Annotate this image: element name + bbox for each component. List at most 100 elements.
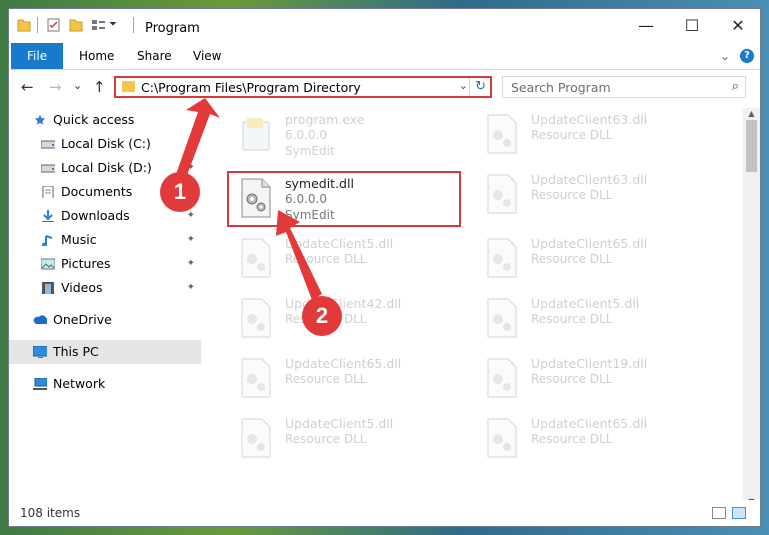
sidebar-item-label: Music [61, 232, 97, 247]
status-bar: 108 items [9, 500, 760, 526]
computer-icon [33, 346, 47, 358]
file-name: UpdateClient5.dll [531, 296, 640, 311]
title-separator [133, 17, 134, 33]
sidebar-item-network[interactable]: Network [9, 372, 201, 396]
cloud-icon [33, 315, 47, 324]
properties-icon[interactable] [47, 17, 61, 33]
sidebar-item-onedrive[interactable]: OneDrive [9, 308, 201, 332]
file-description: Resource DLL [531, 252, 613, 266]
network-icon [33, 378, 47, 390]
address-separator [469, 78, 470, 96]
tab-share[interactable]: Share [123, 43, 186, 69]
file-name: UpdateClient65.dll [531, 236, 648, 251]
file-description: Resource DLL [531, 432, 613, 446]
dll-gear-icon [487, 418, 517, 458]
file-name: UpdateClient5.dll [285, 416, 394, 431]
file-description: SymEdit [285, 144, 335, 158]
search-placeholder[interactable]: Search Program [511, 80, 611, 95]
file-item[interactable]: UpdateClient63.dll Resource DLL [475, 108, 711, 166]
tab-view[interactable]: View [179, 43, 235, 69]
sidebar-item-music[interactable]: Music ✦ [9, 228, 201, 252]
address-path[interactable]: C:\Program Files\Program Directory [141, 80, 361, 95]
file-item[interactable]: UpdateClient5.dll Resource DLL [475, 292, 711, 350]
file-version: 6.0.0.0 [285, 128, 327, 142]
navigation-bar: ← → ⌄ ↑ C:\Program Files\Program Directo… [9, 70, 760, 104]
forward-button[interactable]: → [49, 78, 62, 96]
tab-file[interactable]: File [11, 43, 64, 69]
sidebar-item-label: Pictures [61, 256, 111, 271]
file-item-program-exe[interactable]: program.exe 6.0.0.0 SymEdit [229, 108, 465, 166]
toolbar-separator [37, 17, 38, 33]
file-name: UpdateClient65.dll [285, 356, 402, 371]
sidebar-item-local-disk-c[interactable]: Local Disk (C:) ✦ [9, 132, 201, 156]
sidebar-item-label: Documents [61, 184, 133, 199]
search-box[interactable]: Search Program ⌕ [502, 76, 746, 98]
video-icon [42, 282, 54, 294]
sidebar-item-videos[interactable]: Videos ✦ [9, 276, 201, 300]
sidebar-item-this-pc[interactable]: This PC [9, 340, 201, 364]
file-item[interactable]: UpdateClient5.dll Resource DLL [229, 232, 465, 290]
up-button[interactable]: ↑ [93, 78, 106, 96]
dll-gear-icon [241, 298, 271, 338]
file-description: Resource DLL [531, 128, 613, 142]
file-item[interactable]: UpdateClient19.dll Resource DLL [475, 352, 711, 410]
file-name: UpdateClient19.dll [531, 356, 648, 371]
expand-ribbon-icon[interactable]: ⌄ [720, 49, 730, 63]
sidebar-item-label: This PC [53, 344, 99, 359]
dll-gear-icon [487, 174, 517, 214]
file-item[interactable]: UpdateClient65.dll Resource DLL [229, 352, 465, 410]
new-folder-icon[interactable] [69, 17, 83, 33]
maximize-button[interactable]: ☐ [669, 9, 715, 43]
details-view-icon[interactable] [712, 507, 726, 519]
file-item[interactable]: UpdateClient42.dll Resource DLL [229, 292, 465, 350]
recent-locations-dropdown[interactable]: ⌄ [73, 79, 82, 92]
sidebar-item-label: Local Disk (C:) [61, 136, 151, 151]
tab-home[interactable]: Home [65, 43, 128, 69]
refresh-icon[interactable]: ↻ [475, 79, 486, 94]
window-title: Program [145, 21, 200, 36]
address-bar[interactable]: C:\Program Files\Program Directory ⌄ ↻ [114, 76, 492, 98]
search-icon[interactable]: ⌕ [732, 79, 739, 94]
file-name: program.exe [285, 112, 365, 127]
file-description: Resource DLL [531, 372, 613, 386]
star-icon [34, 114, 46, 125]
customize-toolbar-icon[interactable] [91, 17, 107, 33]
file-item[interactable]: UpdateClient5.dll Resource DLL [229, 412, 465, 470]
music-icon [42, 235, 53, 246]
dll-gear-icon [241, 358, 271, 398]
quick-access-dropdown-icon[interactable]: ⏷ [109, 19, 117, 30]
file-list: program.exe 6.0.0.0 SymEdit symedit.dll … [217, 108, 735, 508]
callout-1: 1 [160, 172, 200, 212]
picture-icon [41, 258, 55, 270]
tiles-view-icon[interactable] [732, 507, 746, 519]
drive-icon [41, 140, 55, 149]
back-button[interactable]: ← [21, 78, 34, 96]
file-name: UpdateClient63.dll [531, 112, 648, 127]
dll-gear-icon [487, 238, 517, 278]
address-dropdown-icon[interactable]: ⌄ [459, 79, 468, 92]
sidebar-item-label: OneDrive [53, 312, 112, 327]
sidebar-item-quick-access[interactable]: Quick access [9, 108, 201, 132]
file-item[interactable]: UpdateClient63.dll Resource DLL [475, 168, 711, 226]
dll-gear-icon [241, 238, 271, 278]
dll-gear-icon [241, 418, 271, 458]
sidebar-item-label: Network [53, 376, 106, 391]
navigation-pane: Quick access Local Disk (C:) ✦ Local Dis… [9, 108, 202, 508]
file-item[interactable]: UpdateClient65.dll Resource DLL [475, 412, 711, 470]
drive-icon [41, 164, 55, 173]
dll-gear-icon [487, 358, 517, 398]
file-item[interactable]: UpdateClient65.dll Resource DLL [475, 232, 711, 290]
file-description: Resource DLL [531, 188, 613, 202]
sidebar-item-label: Local Disk (D:) [61, 160, 152, 175]
title-bar: ⏷ Program — ☐ ✕ [9, 9, 760, 43]
sidebar-item-pictures[interactable]: Pictures ✦ [9, 252, 201, 276]
sidebar-item-label: Downloads [61, 208, 130, 223]
file-description: Resource DLL [531, 312, 613, 326]
scroll-up-icon[interactable]: ▲ [743, 108, 760, 120]
folder-icon [17, 19, 31, 32]
vertical-scrollbar[interactable]: ▲ ▼ [743, 108, 760, 508]
minimize-button[interactable]: — [623, 9, 669, 43]
scrollbar-thumb[interactable] [746, 120, 757, 172]
help-icon[interactable]: ? [740, 49, 754, 63]
close-button[interactable]: ✕ [715, 9, 760, 43]
